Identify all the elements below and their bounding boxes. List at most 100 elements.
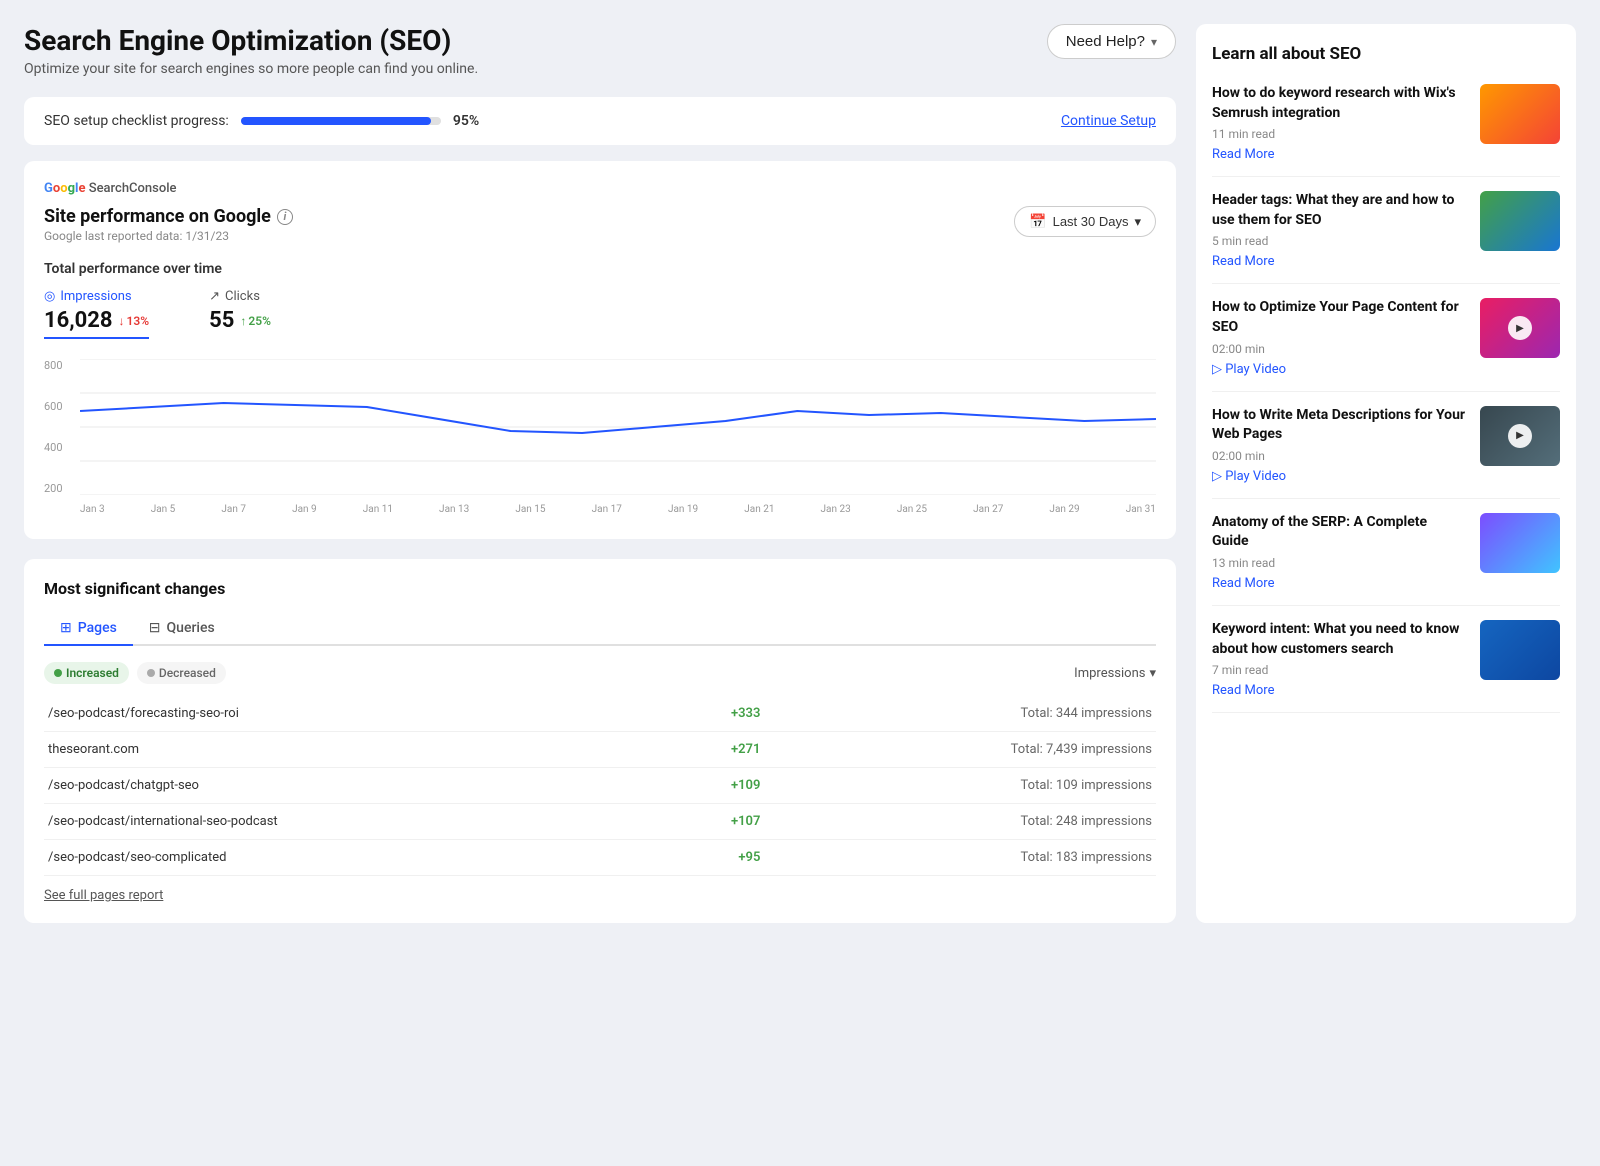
play-button-icon[interactable]: ▶: [1508, 424, 1532, 448]
impressions-value: 16,028: [44, 308, 113, 333]
article-meta: 02:00 min: [1212, 449, 1466, 463]
table-row: /seo-podcast/chatgpt-seo +109 Total: 109…: [44, 768, 1156, 804]
clicks-metric: ↗ Clicks 55 ↑ 25%: [209, 289, 271, 339]
chevron-down-icon: ▾: [1151, 35, 1157, 49]
increased-badge[interactable]: Increased: [44, 662, 129, 684]
performance-card: Google SearchConsole Site performance on…: [24, 161, 1176, 539]
article-thumbnail[interactable]: ▶: [1480, 298, 1560, 358]
article-link[interactable]: Read More: [1212, 254, 1466, 269]
x-axis: Jan 3 Jan 5 Jan 7 Jan 9 Jan 11 Jan 13 Ja…: [80, 499, 1156, 519]
stats-cell: Total: 248 impressions: [768, 804, 1156, 840]
table-row: /seo-podcast/forecasting-seo-roi +333 To…: [44, 696, 1156, 732]
filter-row: Increased Decreased Impressions ▾: [44, 662, 1156, 684]
chart-area: [80, 359, 1156, 495]
url-cell: theseorant.com: [44, 732, 661, 768]
article-thumbnail: [1480, 84, 1560, 144]
article-title: Anatomy of the SERP: A Complete Guide: [1212, 513, 1466, 552]
article-link[interactable]: Read More: [1212, 576, 1466, 591]
progress-percent: 95%: [453, 113, 479, 129]
green-dot-icon: [54, 669, 62, 677]
filter-badges: Increased Decreased: [44, 662, 226, 684]
url-cell: /seo-podcast/chatgpt-seo: [44, 768, 661, 804]
tab-pages[interactable]: ⊞ Pages: [44, 612, 133, 646]
see-full-report-link[interactable]: See full pages report: [44, 888, 163, 903]
article-item: How to Optimize Your Page Content for SE…: [1212, 284, 1560, 391]
page-title: Search Engine Optimization (SEO): [24, 24, 478, 57]
sort-dropdown[interactable]: Impressions ▾: [1074, 666, 1156, 681]
table-row: /seo-podcast/seo-complicated +95 Total: …: [44, 840, 1156, 876]
calendar-icon: 📅: [1029, 213, 1046, 230]
chart-section: Total performance over time ◎ Impression…: [44, 261, 1156, 519]
info-icon[interactable]: i: [277, 209, 293, 225]
table-row: theseorant.com +271 Total: 7,439 impress…: [44, 732, 1156, 768]
clicks-value: 55: [209, 308, 234, 333]
chevron-down-icon: ▾: [1149, 666, 1156, 681]
change-cell: +95: [661, 840, 769, 876]
impressions-change: ↓ 13%: [119, 314, 150, 328]
change-cell: +271: [661, 732, 769, 768]
impressions-metric: ◎ Impressions 16,028 ↓ 13%: [44, 289, 149, 339]
article-link[interactable]: Read More: [1212, 683, 1466, 698]
total-performance-label: Total performance over time: [44, 261, 1156, 277]
article-title: How to Write Meta Descriptions for Your …: [1212, 406, 1466, 445]
changes-card: Most significant changes ⊞ Pages ⊟ Queri…: [24, 559, 1176, 923]
article-item: Anatomy of the SERP: A Complete Guide 13…: [1212, 499, 1560, 606]
article-text: How to do keyword research with Wix's Se…: [1212, 84, 1466, 162]
changes-title: Most significant changes: [44, 579, 1156, 598]
continue-setup-link[interactable]: Continue Setup: [1061, 113, 1156, 129]
tabs-row: ⊞ Pages ⊟ Queries: [44, 612, 1156, 646]
date-range-picker[interactable]: 📅 Last 30 Days ▾: [1014, 206, 1156, 237]
performance-header: Site performance on Google i Google last…: [44, 206, 1156, 243]
article-meta: 5 min read: [1212, 234, 1466, 248]
chevron-down-icon: ▾: [1134, 214, 1141, 230]
article-thumbnail: [1480, 191, 1560, 251]
progress-label: SEO setup checklist progress:: [44, 113, 229, 129]
stats-cell: Total: 183 impressions: [768, 840, 1156, 876]
article-meta: 7 min read: [1212, 663, 1466, 677]
article-item: How to Write Meta Descriptions for Your …: [1212, 392, 1560, 499]
article-thumbnail[interactable]: ▶: [1480, 406, 1560, 466]
queries-icon: ⊟: [149, 620, 161, 636]
stats-cell: Total: 344 impressions: [768, 696, 1156, 732]
table-row: /seo-podcast/international-seo-podcast +…: [44, 804, 1156, 840]
article-item: Keyword intent: What you need to know ab…: [1212, 606, 1560, 713]
url-cell: /seo-podcast/international-seo-podcast: [44, 804, 661, 840]
performance-chart: 800 600 400 200: [44, 359, 1156, 519]
article-text: Header tags: What they are and how to us…: [1212, 191, 1466, 269]
play-button-icon[interactable]: ▶: [1508, 316, 1532, 340]
gray-dot-icon: [147, 669, 155, 677]
clicks-icon: ↗: [209, 289, 220, 304]
article-thumbnail: [1480, 620, 1560, 680]
impressions-icon: ◎: [44, 289, 55, 304]
page-header: Search Engine Optimization (SEO) Optimiz…: [24, 24, 1176, 77]
gsc-logo: Google SearchConsole: [44, 181, 1156, 196]
article-meta: 02:00 min: [1212, 342, 1466, 356]
change-cell: +109: [661, 768, 769, 804]
article-meta: 13 min read: [1212, 556, 1466, 570]
article-item: Header tags: What they are and how to us…: [1212, 177, 1560, 284]
article-meta: 11 min read: [1212, 127, 1466, 141]
decreased-badge[interactable]: Decreased: [137, 662, 226, 684]
performance-subtitle: Google last reported data: 1/31/23: [44, 229, 293, 243]
article-link[interactable]: Read More: [1212, 147, 1466, 162]
article-title: How to Optimize Your Page Content for SE…: [1212, 298, 1466, 337]
sidebar-card: Learn all about SEO How to do keyword re…: [1196, 24, 1576, 923]
stats-cell: Total: 109 impressions: [768, 768, 1156, 804]
y-axis: 800 600 400 200: [44, 359, 76, 495]
tab-queries[interactable]: ⊟ Queries: [133, 612, 231, 646]
article-text: Anatomy of the SERP: A Complete Guide 13…: [1212, 513, 1466, 591]
article-link[interactable]: ▷ Play Video: [1212, 469, 1466, 484]
stats-cell: Total: 7,439 impressions: [768, 732, 1156, 768]
article-text: How to Optimize Your Page Content for SE…: [1212, 298, 1466, 376]
progress-card: SEO setup checklist progress: 95% Contin…: [24, 97, 1176, 145]
progress-bar-track: [241, 117, 441, 125]
url-cell: /seo-podcast/forecasting-seo-roi: [44, 696, 661, 732]
changes-table: /seo-podcast/forecasting-seo-roi +333 To…: [44, 696, 1156, 876]
need-help-button[interactable]: Need Help? ▾: [1047, 24, 1176, 59]
pages-icon: ⊞: [60, 620, 72, 636]
article-link[interactable]: ▷ Play Video: [1212, 362, 1466, 377]
change-cell: +107: [661, 804, 769, 840]
article-text: Keyword intent: What you need to know ab…: [1212, 620, 1466, 698]
article-text: How to Write Meta Descriptions for Your …: [1212, 406, 1466, 484]
url-cell: /seo-podcast/seo-complicated: [44, 840, 661, 876]
